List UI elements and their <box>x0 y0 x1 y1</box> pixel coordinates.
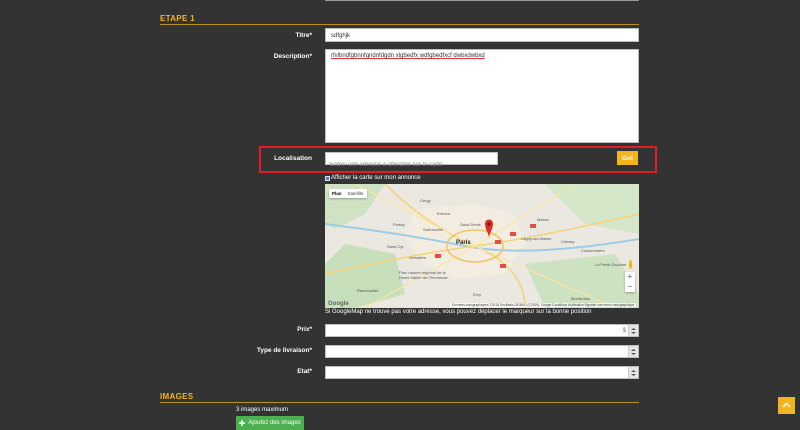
livraison-label: Type de livraison* <box>256 347 312 354</box>
add-images-button[interactable]: Ajoutez des images <box>236 416 304 430</box>
zoom-out-button[interactable]: − <box>625 282 635 292</box>
map-place: Cergy <box>420 198 431 203</box>
map-place: Meaux <box>537 217 550 222</box>
spinner-icon[interactable] <box>628 325 638 336</box>
select-arrows-icon[interactable] <box>628 367 638 378</box>
map-place: Lagny-sur-Marne <box>521 236 552 241</box>
show-map-checkbox[interactable] <box>325 175 330 181</box>
localisation-field[interactable] <box>325 152 498 171</box>
google-logo: Google <box>328 301 349 307</box>
description-value: rfvlbndfgbnnfgndnfdgdn xlgbedfx wdfgbedf… <box>331 53 485 59</box>
plus-icon <box>239 420 246 426</box>
prix-input[interactable]: $ <box>325 324 639 337</box>
top-divider <box>325 0 639 1</box>
map-city-paris: Paris <box>456 240 471 246</box>
etat-select[interactable] <box>325 366 639 379</box>
map-hint-text: Si GoogleMap ne trouve pas votre adresse… <box>325 309 592 315</box>
prix-label: Prix* <box>297 326 312 333</box>
map-place: Sartrouville <box>423 227 444 232</box>
section-divider <box>160 402 639 403</box>
map-place: Rambouillet <box>357 288 379 293</box>
map-place: Poissy <box>393 222 405 227</box>
map-place: Parc naturel régional de la Haute Vallée… <box>399 270 448 280</box>
show-map-row[interactable]: Afficher la carte sur mon annonce <box>325 175 421 181</box>
show-map-label: Afficher la carte sur mon annonce <box>331 175 421 181</box>
titre-input[interactable]: sdfghjk <box>325 28 639 42</box>
section-divider <box>160 24 639 25</box>
map-tab-plan[interactable]: Plan <box>329 189 345 198</box>
map-place: Versailles <box>409 255 427 260</box>
pegman-icon[interactable] <box>627 260 634 269</box>
section-title-etape1: ETAPE 1 <box>160 14 195 23</box>
map-attribution: Données cartographiques ©2018 GeoBasis-D… <box>450 303 636 307</box>
add-images-label: Ajoutez des images <box>248 420 301 426</box>
map-place: Coulommiers <box>581 248 605 253</box>
map-place: La Ferté-Gaucher <box>595 262 627 267</box>
scroll-to-top-button[interactable] <box>778 397 795 414</box>
chevron-up-icon <box>782 402 791 408</box>
select-arrows-icon[interactable] <box>628 346 638 357</box>
google-map[interactable]: Plan Satellite Paris Cergy Saint-Denis M… <box>325 184 639 308</box>
zoom-in-button[interactable]: + <box>625 272 635 282</box>
map-type-tabs: Plan Satellite <box>329 189 367 198</box>
description-textarea[interactable]: rfvlbndfgbnnfgndnfdgdn xlgbedfx wdfgbedf… <box>325 49 639 143</box>
map-place: Saint-Denis <box>460 222 481 227</box>
livraison-select[interactable] <box>325 345 639 358</box>
map-place: Chessy <box>561 239 575 244</box>
map-zoom-controls: + − <box>625 272 635 292</box>
currency-symbol: $ <box>622 328 626 334</box>
map-place: Montereau <box>571 296 591 301</box>
description-label: Description* <box>273 53 312 60</box>
localisation-label: Localisation <box>274 155 312 162</box>
etat-label: Etat* <box>297 368 312 375</box>
go-button[interactable]: Go! <box>617 151 638 165</box>
titre-label: Titre* <box>295 32 313 39</box>
titre-value: sdfghjk <box>331 33 351 39</box>
map-tab-satellite[interactable]: Satellite <box>345 189 367 198</box>
images-max-note: 3 images maximum <box>236 407 289 413</box>
section-title-images: IMAGES <box>160 392 194 401</box>
localisation-input[interactable] <box>326 159 497 171</box>
map-place: Evry <box>473 292 481 297</box>
map-place: Ermont <box>437 211 450 216</box>
map-place: Saint-Cyr <box>387 244 404 249</box>
